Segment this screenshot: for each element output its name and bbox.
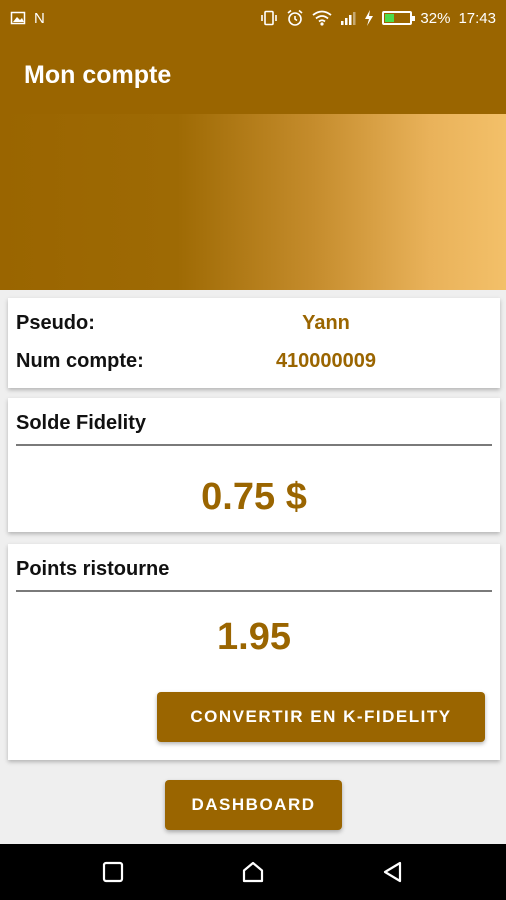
pseudo-value: Yann	[302, 312, 350, 334]
back-icon[interactable]	[381, 860, 405, 884]
page-title: Mon compte	[24, 60, 172, 89]
solde-value: 0.75 $	[201, 476, 307, 518]
solde-title: Solde Fidelity	[16, 412, 147, 434]
charging-icon	[365, 10, 374, 26]
status-left: N	[10, 10, 45, 26]
battery-percent: 32%	[420, 9, 451, 27]
solde-divider	[16, 444, 492, 446]
points-divider	[16, 590, 492, 592]
clock: 17:43	[458, 9, 496, 27]
n-icon: N	[34, 9, 45, 27]
points-value: 1.95	[217, 616, 291, 658]
app-bar: Mon compte	[0, 36, 506, 114]
navigation-bar	[0, 844, 506, 900]
pseudo-row: Pseudo: Yann	[8, 312, 500, 344]
pseudo-label: Pseudo:	[16, 312, 95, 334]
image-icon	[10, 11, 26, 25]
account-number-row: Num compte: 410000009	[8, 350, 500, 382]
account-number-value: 410000009	[275, 350, 377, 372]
status-right: 32% 17:43	[260, 9, 496, 27]
vibrate-icon	[261, 10, 278, 26]
home-icon[interactable]	[241, 860, 265, 884]
header-banner	[0, 114, 506, 290]
battery-level	[385, 14, 394, 22]
points-title: Points ristourne	[16, 558, 170, 580]
status-bar: N 32% 17:43	[0, 0, 506, 36]
account-card: Pseudo: Yann Num compte: 410000009	[8, 298, 500, 388]
account-number-label: Num compte:	[16, 350, 144, 372]
dashboard-button[interactable]: DASHBOARD	[165, 780, 342, 830]
solde-card: Solde Fidelity 0.75 $	[8, 398, 500, 532]
signal-icon	[341, 12, 356, 25]
points-card: Points ristourne 1.95 CONVERTIR EN K-FID…	[8, 544, 500, 760]
convert-button[interactable]: CONVERTIR EN K-FIDELITY	[157, 692, 485, 742]
battery-icon	[382, 11, 416, 25]
recent-apps-icon[interactable]	[101, 860, 125, 884]
wifi-icon	[312, 10, 332, 26]
alarm-icon	[287, 9, 303, 26]
